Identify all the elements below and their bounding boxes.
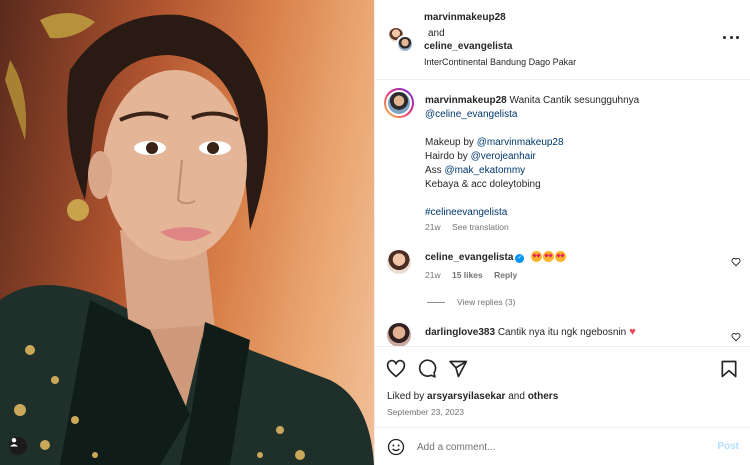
share-icon[interactable] [448, 359, 468, 379]
post-details-panel: marvinmakeup28 and celine_evangelista In… [374, 0, 750, 465]
heart-eyes-emoji [543, 251, 555, 262]
liked-by: Liked by arsyarsyilasekar and others [387, 391, 558, 402]
post-header: marvinmakeup28 and celine_evangelista In… [375, 0, 750, 80]
caption-username[interactable]: marvinmakeup28 [425, 95, 507, 106]
comment-body: Cantik nya itu ngk ngebosnin [497, 327, 627, 338]
like-icon[interactable] [386, 359, 406, 379]
caption-text: Hairdo by [425, 151, 468, 162]
red-heart-emoji: ♥ [629, 326, 636, 338]
add-comment-bar: Post [375, 427, 750, 465]
replies-divider [427, 301, 445, 303]
header-username-1[interactable]: marvinmakeup28 [424, 12, 506, 23]
post-actions: Liked by arsyarsyilasekar and others Sep… [375, 346, 750, 436]
caption-age[interactable]: 21w [425, 222, 441, 232]
comment-like-icon[interactable] [731, 257, 741, 267]
liked-by-others[interactable]: others [528, 391, 559, 402]
heart-eyes-emoji [555, 251, 567, 262]
caption-avatar[interactable] [384, 88, 414, 118]
view-replies-button[interactable]: View replies (3) [427, 297, 515, 307]
liked-by-and: and [508, 391, 525, 402]
comment-avatar[interactable] [387, 250, 411, 274]
comment-text: celine_evangelista ✓ [425, 251, 567, 263]
verified-icon: ✓ [515, 254, 525, 263]
caption-text: Makeup by [425, 137, 474, 148]
liked-by-prefix: Liked by [387, 391, 425, 402]
caption-meta: 21w See translation [425, 222, 509, 232]
comment-icon[interactable] [417, 359, 437, 379]
comment-age[interactable]: 21w [425, 270, 441, 280]
more-options-icon[interactable] [723, 33, 739, 41]
portrait-illustration [0, 12, 374, 465]
caption-text: Kebaya & acc doleytobing [425, 179, 541, 190]
heart-eyes-emoji [531, 251, 543, 262]
mention-link[interactable]: @marvinmakeup28 [477, 137, 564, 148]
mention-link[interactable]: @celine_evangelista [425, 109, 517, 120]
reply-button[interactable]: Reply [494, 270, 517, 280]
header-and-text: and [428, 28, 445, 39]
post-date[interactable]: September 23, 2023 [387, 407, 464, 417]
caption-text: Ass [425, 165, 442, 176]
liked-by-user[interactable]: arsyarsyilasekar [427, 391, 505, 402]
emoji-picker-icon[interactable] [387, 438, 405, 456]
caption-text: Wanita Cantik sesungguhnya [509, 95, 640, 106]
comment-likes[interactable]: 15 likes [452, 270, 483, 280]
post-comment-button[interactable]: Post [717, 441, 739, 452]
avatar[interactable] [396, 35, 414, 53]
comment-username[interactable]: celine_evangelista [425, 252, 513, 263]
comment-input[interactable] [417, 438, 697, 456]
mention-link[interactable]: @mak_ekatommy [444, 165, 525, 176]
collab-avatars[interactable] [387, 26, 415, 54]
comment-meta: 21w 15 likes Reply [425, 270, 526, 280]
comment-like-icon[interactable] [731, 332, 741, 342]
comment-avatar[interactable] [387, 323, 411, 347]
location-link[interactable]: InterContinental Bandung Dago Pakar [424, 57, 576, 67]
caption: marvinmakeup28 Wanita Cantik sesungguhny… [425, 94, 735, 220]
comment-text: darlinglove383 Cantik nya itu ngk ngebos… [425, 326, 636, 338]
see-translation-link[interactable]: See translation [452, 222, 509, 232]
hashtag-link[interactable]: #celineevangelista [425, 207, 507, 218]
tagged-user-icon[interactable] [9, 437, 27, 455]
post-photo[interactable] [0, 0, 374, 465]
header-username-2[interactable]: celine_evangelista [424, 41, 512, 52]
view-replies-label[interactable]: View replies (3) [457, 297, 515, 307]
mention-link[interactable]: @verojeanhair [471, 151, 536, 162]
save-icon[interactable] [719, 359, 739, 379]
comment-username[interactable]: darlinglove383 [425, 327, 495, 338]
